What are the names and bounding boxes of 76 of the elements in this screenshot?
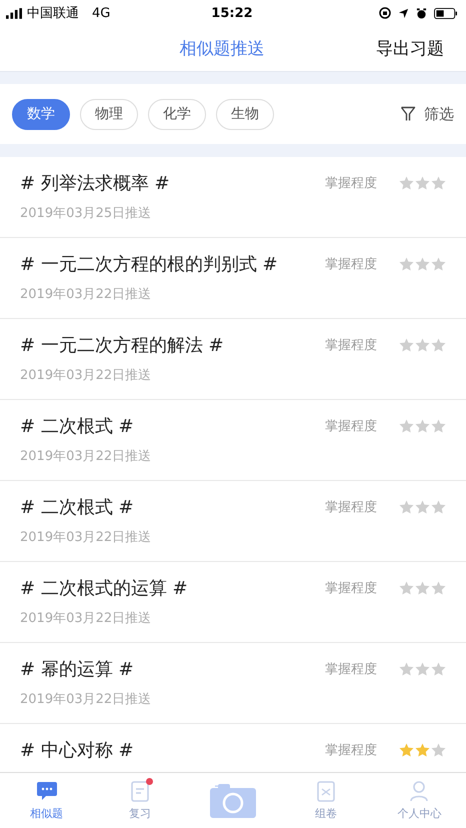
mastery-label: 掌握程度 bbox=[325, 256, 377, 273]
push-date: 2019年03月22日推送 bbox=[20, 448, 152, 465]
camera-icon bbox=[210, 784, 256, 818]
mastery-label: 掌握程度 bbox=[325, 499, 377, 516]
topic-row[interactable]: # 列举法求概率 # 掌握程度 2019年03月25日推送 bbox=[0, 157, 466, 238]
alarm-icon bbox=[416, 8, 427, 18]
push-date: 2019年03月25日推送 bbox=[20, 205, 152, 222]
person-icon bbox=[409, 780, 430, 802]
topic-title: # 二次根式 # bbox=[20, 496, 134, 519]
tab-item[interactable]: 相似题 bbox=[0, 773, 94, 828]
topic-title: # 列举法求概率 # bbox=[20, 172, 170, 195]
export-button[interactable]: 导出习题 bbox=[376, 37, 444, 60]
push-date: 2019年03月22日推送 bbox=[20, 610, 152, 627]
star-icon bbox=[415, 581, 430, 595]
battery-icon bbox=[434, 8, 458, 18]
push-date: 2019年03月22日推送 bbox=[20, 286, 152, 303]
document-icon bbox=[130, 780, 150, 802]
push-date: 2019年03月22日推送 bbox=[20, 529, 152, 546]
star-icon bbox=[415, 419, 430, 433]
star-icon bbox=[399, 419, 414, 433]
star-icon bbox=[399, 500, 414, 514]
topic-title: # 二次根式 # bbox=[20, 415, 134, 438]
star-icon bbox=[399, 581, 414, 595]
subject-tab[interactable]: 数学 bbox=[12, 98, 70, 130]
topic-row[interactable]: # 一元二次方程的根的判别式 # 掌握程度 2019年03月22日推送 bbox=[0, 238, 466, 319]
signal-icon bbox=[6, 8, 22, 18]
topic-title: # 二次根式的运算 # bbox=[20, 577, 188, 600]
topic-title: # 幂的运算 # bbox=[20, 658, 134, 681]
push-date: 2019年03月22日推送 bbox=[20, 367, 152, 384]
star-icon bbox=[431, 338, 446, 352]
subject-tab[interactable]: 物理 bbox=[80, 98, 138, 130]
carrier-name: 中国联通 bbox=[27, 5, 79, 22]
star-icon bbox=[399, 338, 414, 352]
location-icon bbox=[398, 8, 409, 18]
paper-icon bbox=[316, 780, 336, 802]
star-icon bbox=[431, 419, 446, 433]
mastery-label: 掌握程度 bbox=[325, 337, 377, 354]
star-icon bbox=[431, 176, 446, 190]
topic-title: # 一元二次方程的根的判别式 # bbox=[20, 253, 278, 276]
mastery-label: 掌握程度 bbox=[325, 661, 377, 678]
star-icon bbox=[415, 662, 430, 676]
star-icon bbox=[415, 338, 430, 352]
star-icon bbox=[431, 743, 446, 757]
topic-title: # 中心对称 # bbox=[20, 739, 134, 762]
star-icon bbox=[415, 500, 430, 514]
filter-button[interactable]: 筛选 bbox=[400, 104, 454, 124]
star-icon bbox=[431, 500, 446, 514]
star-icon bbox=[399, 257, 414, 271]
star-icon bbox=[415, 176, 430, 190]
topic-row[interactable]: # 一元二次方程的解法 # 掌握程度 2019年03月22日推送 bbox=[0, 319, 466, 400]
chat-icon bbox=[36, 780, 58, 802]
star-icon bbox=[431, 581, 446, 595]
topic-row[interactable]: # 幂的运算 # 掌握程度 2019年03月22日推送 bbox=[0, 643, 466, 724]
page-title: 相似题推送 bbox=[180, 38, 264, 60]
star-icon bbox=[431, 257, 446, 271]
mastery-label: 掌握程度 bbox=[325, 580, 377, 597]
mastery-label: 掌握程度 bbox=[325, 742, 377, 759]
mastery-label: 掌握程度 bbox=[325, 418, 377, 435]
clock-time: 15:22 bbox=[211, 6, 253, 20]
topic-row[interactable]: # 二次根式的运算 # 掌握程度 2019年03月22日推送 bbox=[0, 562, 466, 643]
filter-icon bbox=[400, 106, 416, 122]
rotation-lock-icon bbox=[378, 7, 391, 19]
push-date: 2019年03月22日推送 bbox=[20, 691, 152, 708]
network-type: 4G bbox=[92, 6, 110, 20]
star-icon bbox=[415, 257, 430, 271]
topic-title: # 一元二次方程的解法 # bbox=[20, 334, 224, 357]
star-icon bbox=[399, 662, 414, 676]
subject-tab[interactable]: 化学 bbox=[148, 98, 206, 130]
star-icon bbox=[431, 662, 446, 676]
subject-tab[interactable]: 生物 bbox=[216, 98, 274, 130]
topic-row[interactable]: # 二次根式 # 掌握程度 2019年03月22日推送 bbox=[0, 481, 466, 562]
star-icon bbox=[399, 176, 414, 190]
star-icon bbox=[415, 743, 430, 757]
mastery-label: 掌握程度 bbox=[325, 175, 377, 192]
star-icon bbox=[399, 743, 414, 757]
topic-row[interactable]: # 二次根式 # 掌握程度 2019年03月22日推送 bbox=[0, 400, 466, 481]
